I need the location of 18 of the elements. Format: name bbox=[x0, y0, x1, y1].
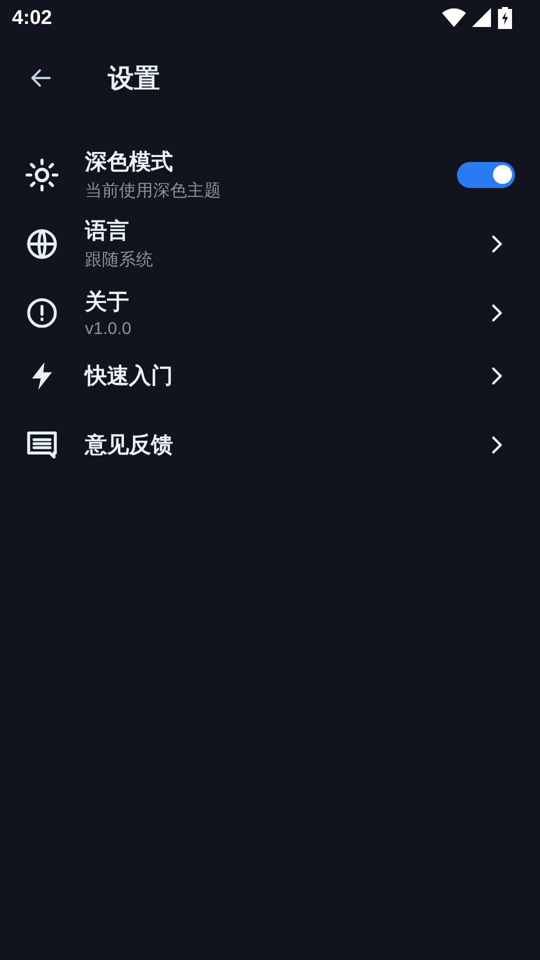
battery-icon bbox=[498, 7, 512, 29]
message-icon bbox=[26, 429, 58, 461]
setting-subtitle: 跟随系统 bbox=[85, 249, 154, 271]
setting-title: 快速入门 bbox=[85, 362, 174, 390]
globe-icon bbox=[26, 228, 58, 260]
setting-title: 关于 bbox=[85, 288, 130, 316]
sun-icon bbox=[25, 158, 59, 192]
exclamation-icon bbox=[26, 296, 58, 328]
setting-subtitle: v1.0.0 bbox=[85, 318, 132, 338]
setting-subtitle: 当前使用深色主题 bbox=[85, 180, 222, 202]
setting-title: 语言 bbox=[85, 217, 130, 245]
status-time: 4:02 bbox=[12, 6, 52, 30]
page-title: 设置 bbox=[108, 62, 160, 94]
wifi-icon bbox=[442, 8, 466, 28]
setting-title: 深色模式 bbox=[85, 148, 174, 176]
signal-icon bbox=[472, 8, 492, 28]
toggle-switch[interactable] bbox=[457, 162, 515, 188]
setting-title: 意见反馈 bbox=[85, 431, 174, 459]
